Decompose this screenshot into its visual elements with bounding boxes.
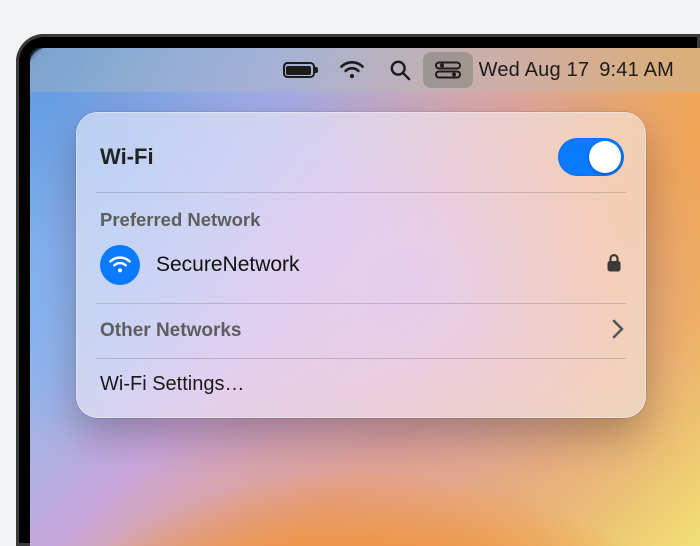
menubar-date: Wed Aug 17 — [479, 59, 590, 82]
wifi-connected-icon — [100, 245, 140, 285]
device-frame: Wed Aug 17 9:41 AM Wi-Fi Preferred Netwo… — [16, 34, 700, 546]
preferred-network-header: Preferred Network — [76, 197, 646, 237]
preferred-network-name: SecureNetwork — [156, 253, 590, 277]
divider — [96, 192, 626, 193]
panel-title: Wi-Fi — [100, 144, 558, 170]
menubar-clock[interactable]: Wed Aug 17 9:41 AM — [473, 52, 686, 88]
control-center-icon[interactable] — [423, 52, 473, 88]
chevron-right-icon — [612, 317, 624, 343]
wifi-toggle[interactable] — [558, 138, 624, 176]
screen: Wed Aug 17 9:41 AM Wi-Fi Preferred Netwo… — [30, 48, 700, 546]
menubar: Wed Aug 17 9:41 AM — [30, 48, 700, 92]
wifi-settings-row[interactable]: Wi-Fi Settings… — [76, 363, 646, 410]
battery-status-icon[interactable] — [271, 52, 327, 88]
other-networks-label: Other Networks — [100, 320, 612, 342]
wifi-panel: Wi-Fi Preferred Network SecureNetwork — [76, 112, 646, 418]
preferred-network-row[interactable]: SecureNetwork — [76, 237, 646, 299]
wifi-toggle-knob — [589, 141, 621, 173]
divider — [96, 358, 626, 359]
lock-icon — [606, 253, 622, 278]
wifi-settings-label: Wi-Fi Settings… — [100, 373, 244, 395]
other-networks-row[interactable]: Other Networks — [76, 308, 646, 354]
spotlight-search-icon[interactable] — [377, 52, 423, 88]
menubar-time: 9:41 AM — [599, 59, 674, 82]
wifi-status-icon[interactable] — [327, 52, 377, 88]
divider — [96, 303, 626, 304]
wifi-header-row: Wi-Fi — [76, 128, 646, 188]
